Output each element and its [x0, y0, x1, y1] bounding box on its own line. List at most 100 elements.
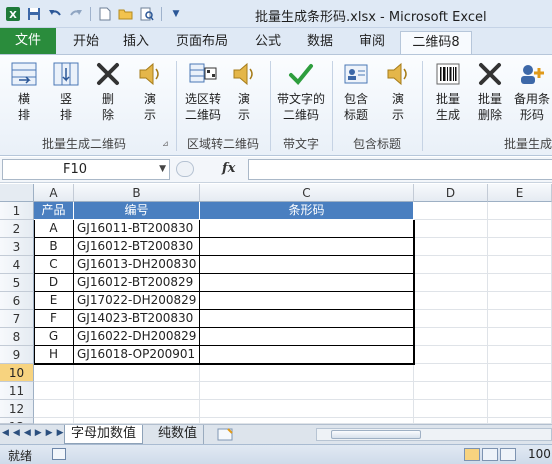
- demo-button-2[interactable]: 演 示: [224, 59, 264, 123]
- table-header-cell[interactable]: 产品: [34, 202, 74, 220]
- empty-cell[interactable]: [488, 220, 552, 238]
- table-cell[interactable]: GJ16012-BT200829: [74, 274, 200, 292]
- page-break-view-icon[interactable]: [500, 448, 516, 461]
- new-icon[interactable]: [96, 5, 114, 23]
- table-cell[interactable]: [200, 310, 414, 328]
- empty-cell[interactable]: [414, 220, 488, 238]
- empty-cell[interactable]: [34, 382, 74, 400]
- empty-cell[interactable]: [488, 382, 552, 400]
- row-header-selected[interactable]: 10: [0, 364, 34, 382]
- empty-cell[interactable]: [414, 256, 488, 274]
- table-cell[interactable]: [200, 292, 414, 310]
- scrollbar-thumb[interactable]: [331, 430, 421, 439]
- empty-cell[interactable]: [414, 202, 488, 220]
- row-header[interactable]: 11: [0, 382, 34, 400]
- empty-cell[interactable]: [488, 328, 552, 346]
- row-header[interactable]: 12: [0, 400, 34, 418]
- include-title-button[interactable]: 包含 标题: [336, 59, 376, 123]
- delete-button[interactable]: 删 除: [88, 59, 128, 123]
- print-preview-icon[interactable]: [138, 5, 156, 23]
- row-header[interactable]: 5: [0, 274, 34, 292]
- table-cell[interactable]: [200, 328, 414, 346]
- row-header[interactable]: 7: [0, 310, 34, 328]
- select-all-corner[interactable]: [0, 184, 34, 202]
- row-header[interactable]: 1: [0, 202, 34, 220]
- row-header[interactable]: 8: [0, 328, 34, 346]
- empty-cell[interactable]: [74, 364, 200, 382]
- insert-function-icon[interactable]: fx: [222, 161, 235, 176]
- table-cell[interactable]: D: [34, 274, 74, 292]
- empty-cell[interactable]: [414, 346, 488, 364]
- table-cell[interactable]: GJ17022-DH200829: [74, 292, 200, 310]
- zoom-level[interactable]: 100: [528, 447, 551, 461]
- tab-insert[interactable]: 插入: [116, 31, 156, 54]
- table-cell[interactable]: GJ16018-OP200901: [74, 346, 200, 364]
- formula-bar-resize-handle[interactable]: [176, 161, 194, 177]
- table-cell[interactable]: GJ16011-BT200830: [74, 220, 200, 238]
- table-cell[interactable]: A: [34, 220, 74, 238]
- tab-file[interactable]: 文件: [0, 28, 56, 54]
- empty-cell[interactable]: [74, 400, 200, 418]
- column-header-c[interactable]: C: [200, 184, 414, 202]
- table-header-cell[interactable]: 条形码: [200, 202, 414, 220]
- table-cell[interactable]: GJ16013-DH200830: [74, 256, 200, 274]
- table-cell[interactable]: C: [34, 256, 74, 274]
- tab-qrcode8[interactable]: 二维码8: [400, 31, 472, 54]
- empty-cell[interactable]: [414, 274, 488, 292]
- empty-cell[interactable]: [414, 310, 488, 328]
- name-box[interactable]: F10 ▼: [2, 159, 170, 180]
- empty-cell[interactable]: [488, 364, 552, 382]
- demo-button-1[interactable]: 演 示: [130, 59, 170, 123]
- table-cell[interactable]: H: [34, 346, 74, 364]
- table-cell[interactable]: B: [34, 238, 74, 256]
- batch-delete-button[interactable]: 批量 删除: [470, 59, 510, 123]
- empty-cell[interactable]: [414, 364, 488, 382]
- save-icon[interactable]: [25, 5, 43, 23]
- qr-with-text-button[interactable]: 带文字的 二维码: [274, 59, 328, 123]
- customize-qat-icon[interactable]: ▼: [167, 5, 185, 23]
- empty-cell[interactable]: [488, 346, 552, 364]
- table-cell[interactable]: [200, 220, 414, 238]
- table-cell[interactable]: [200, 274, 414, 292]
- empty-cell[interactable]: [488, 202, 552, 220]
- column-header-b[interactable]: B: [74, 184, 200, 202]
- table-cell[interactable]: E: [34, 292, 74, 310]
- horizontal-scrollbar[interactable]: [316, 428, 552, 441]
- tab-review[interactable]: 审阅: [352, 31, 392, 54]
- column-header-d[interactable]: D: [414, 184, 488, 202]
- table-cell[interactable]: GJ14023-BT200830: [74, 310, 200, 328]
- empty-cell[interactable]: [34, 400, 74, 418]
- insert-sheet-icon[interactable]: [214, 427, 236, 442]
- normal-view-icon[interactable]: [464, 448, 480, 461]
- sheet-tab-letters-numbers[interactable]: 字母加数值: [64, 425, 144, 444]
- sheet-tab-numbers-only[interactable]: 纯数值: [152, 425, 205, 444]
- sheet-nav-arrows-icon[interactable]: ◀◀◀▶▶▶: [2, 428, 68, 438]
- row-header[interactable]: 4: [0, 256, 34, 274]
- empty-cell[interactable]: [488, 274, 552, 292]
- backup-barcode-button[interactable]: 备用条 形码: [510, 59, 552, 123]
- excel-logo-icon[interactable]: X: [4, 5, 22, 23]
- open-icon[interactable]: [117, 5, 135, 23]
- table-cell[interactable]: GJ16012-BT200830: [74, 238, 200, 256]
- column-header-e[interactable]: E: [488, 184, 552, 202]
- empty-cell[interactable]: [200, 382, 414, 400]
- row-header[interactable]: 3: [0, 238, 34, 256]
- empty-cell[interactable]: [200, 400, 414, 418]
- table-cell[interactable]: [200, 346, 414, 364]
- column-header-a[interactable]: A: [34, 184, 74, 202]
- table-cell[interactable]: F: [34, 310, 74, 328]
- page-layout-view-icon[interactable]: [482, 448, 498, 461]
- empty-cell[interactable]: [488, 256, 552, 274]
- row-header[interactable]: 2: [0, 220, 34, 238]
- empty-cell[interactable]: [200, 364, 414, 382]
- macro-record-icon[interactable]: [52, 448, 66, 460]
- demo-button-3[interactable]: 演 示: [378, 59, 418, 123]
- empty-cell[interactable]: [414, 238, 488, 256]
- batch-generate-button[interactable]: 批量 生成: [428, 59, 468, 123]
- empty-cell[interactable]: [488, 292, 552, 310]
- empty-cell[interactable]: [414, 292, 488, 310]
- table-cell[interactable]: G: [34, 328, 74, 346]
- redo-icon[interactable]: [67, 5, 85, 23]
- chevron-down-icon[interactable]: ▼: [159, 160, 166, 179]
- row-header[interactable]: 6: [0, 292, 34, 310]
